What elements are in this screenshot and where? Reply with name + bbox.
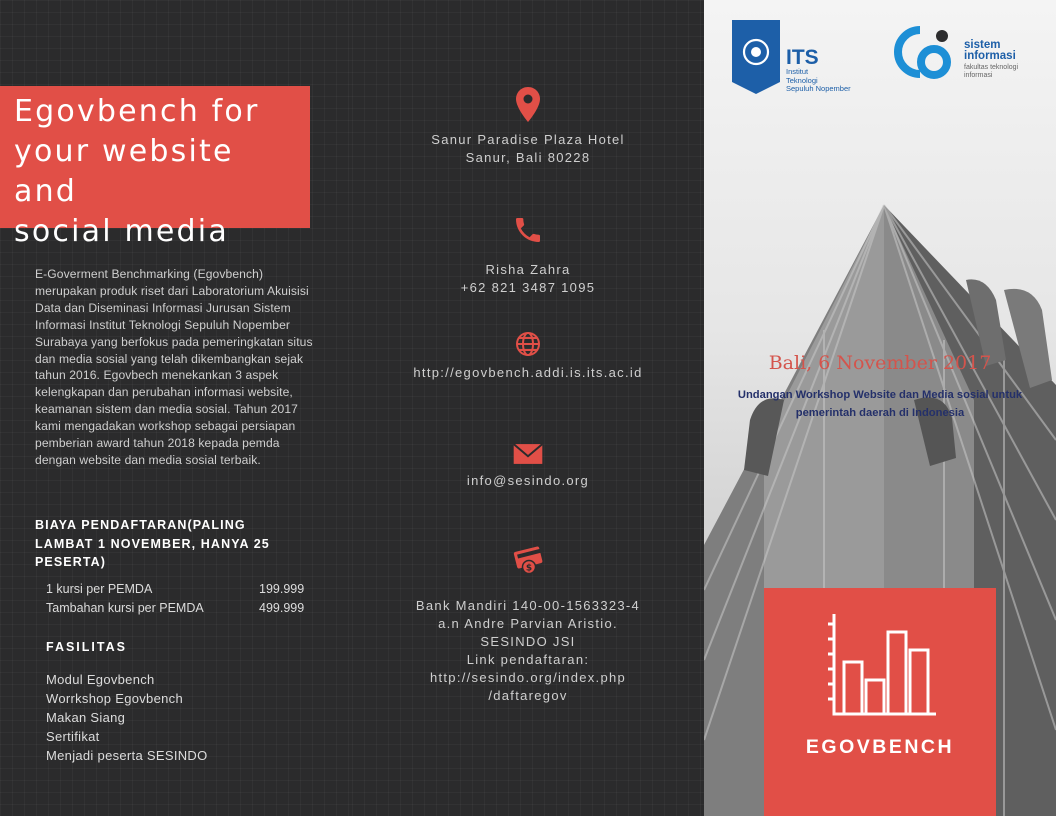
website-text: http://egovbench.addi.is.its.ac.id <box>413 365 643 380</box>
email-text: info@sesindo.org <box>466 473 590 488</box>
payment-line: Link pendaftaran: <box>466 652 590 667</box>
event-subtitle-line: pemerintah daerah di Indonesia <box>795 407 965 419</box>
phone-icon <box>516 218 540 242</box>
payment-text: Bank Mandiri 140-00-1563323-4 a.n Andre … <box>352 597 704 705</box>
globe-icon <box>516 332 540 356</box>
payment-line: SESINDO JSI <box>480 634 576 649</box>
fee-value: 499.999 <box>259 601 305 615</box>
facilities-heading: FASILITAS <box>46 640 127 654</box>
si-logo-name-line: informasi <box>964 50 1016 62</box>
contact-phone: +62 821 3487 1095 <box>460 280 596 295</box>
fee-value: 199.999 <box>259 582 305 596</box>
si-logo-line: informasi <box>964 71 993 79</box>
sistem-informasi-logo <box>894 26 951 79</box>
brand-name: EGOVBENCH <box>805 736 955 758</box>
payment-line: a.n Andre Parvian Aristio. <box>438 616 618 631</box>
envelope-icon <box>513 443 543 464</box>
fee-heading: BIAYA PENDAFTARAN(PALING LAMBAT 1 NOVEMB… <box>35 516 300 572</box>
payment-line: http://sesindo.org/index.php <box>429 670 627 685</box>
fee-heading-line: PESERTA) <box>35 555 107 569</box>
payment-line: Bank Mandiri 140-00-1563323-4 <box>415 598 641 613</box>
payment-card-icon: $ <box>513 546 544 575</box>
bar-chart-icon <box>828 614 936 716</box>
fee-label: 1 kursi per PEMDA <box>46 582 153 596</box>
si-logo-name: sistem informasi <box>964 39 1016 62</box>
svg-text:$: $ <box>526 564 532 574</box>
description: E-Goverment Benchmarking (Egovbench) mer… <box>35 267 313 467</box>
event-date: Bali, 6 November 2017 <box>768 352 992 374</box>
facility-item: Menjadi peserta SESINDO <box>46 748 208 763</box>
contact-text: Risha Zahra +62 821 3487 1095 <box>352 261 704 297</box>
contact-name: Risha Zahra <box>485 262 571 277</box>
its-logo-subtitle: Institut Teknologi Sepuluh Nopember <box>786 67 851 94</box>
facility-item: Modul Egovbench <box>46 672 155 687</box>
fee-heading-line: LAMBAT 1 NOVEMBER, HANYA 25 <box>35 536 270 551</box>
middle-panel: Sanur Paradise Plaza Hotel Sanur, Bali 8… <box>352 0 704 816</box>
location-text: Sanur Paradise Plaza Hotel Sanur, Bali 8… <box>352 131 704 167</box>
payment-line: /daftaregov <box>488 688 568 703</box>
location-line: Sanur, Bali 80228 <box>465 150 591 165</box>
brand-box: EGOVBENCH <box>764 588 996 816</box>
fee-label: Tambahan kursi per PEMDA <box>46 601 204 615</box>
si-logo-line: fakultas teknologi <box>964 64 1019 71</box>
facility-item: Worrkshop Egovbench <box>46 691 183 706</box>
facility-item: Makan Siang <box>46 710 126 725</box>
event-subtitle: Undangan Workshop Website dan Media sosi… <box>710 386 1050 422</box>
facilities-list: Modul Egovbench Worrkshop Egovbench Maka… <box>46 670 208 765</box>
right-panel: ITS Institut Teknologi Sepuluh Nopember … <box>704 0 1056 816</box>
si-logo-subtitle: fakultas teknologi informasi <box>964 64 1018 79</box>
title-box: Egovbench for your website and social me… <box>0 86 310 249</box>
map-pin-icon <box>516 87 540 122</box>
event-subtitle-line: Undangan Workshop Website dan Media sosi… <box>737 389 1023 401</box>
facility-item: Sertifikat <box>46 729 100 744</box>
its-logo-line: Sepuluh Nopember <box>786 84 851 93</box>
fee-heading-line: BIAYA PENDAFTARAN(PALING <box>35 518 246 532</box>
title-line: social media <box>14 214 229 249</box>
its-logo-name: ITS <box>786 46 819 69</box>
location-line: Sanur Paradise Plaza Hotel <box>431 132 625 147</box>
title-line: your website and <box>14 134 234 209</box>
title-line: Egovbench for <box>14 94 260 129</box>
left-panel: Egovbench for your website and social me… <box>0 0 352 816</box>
